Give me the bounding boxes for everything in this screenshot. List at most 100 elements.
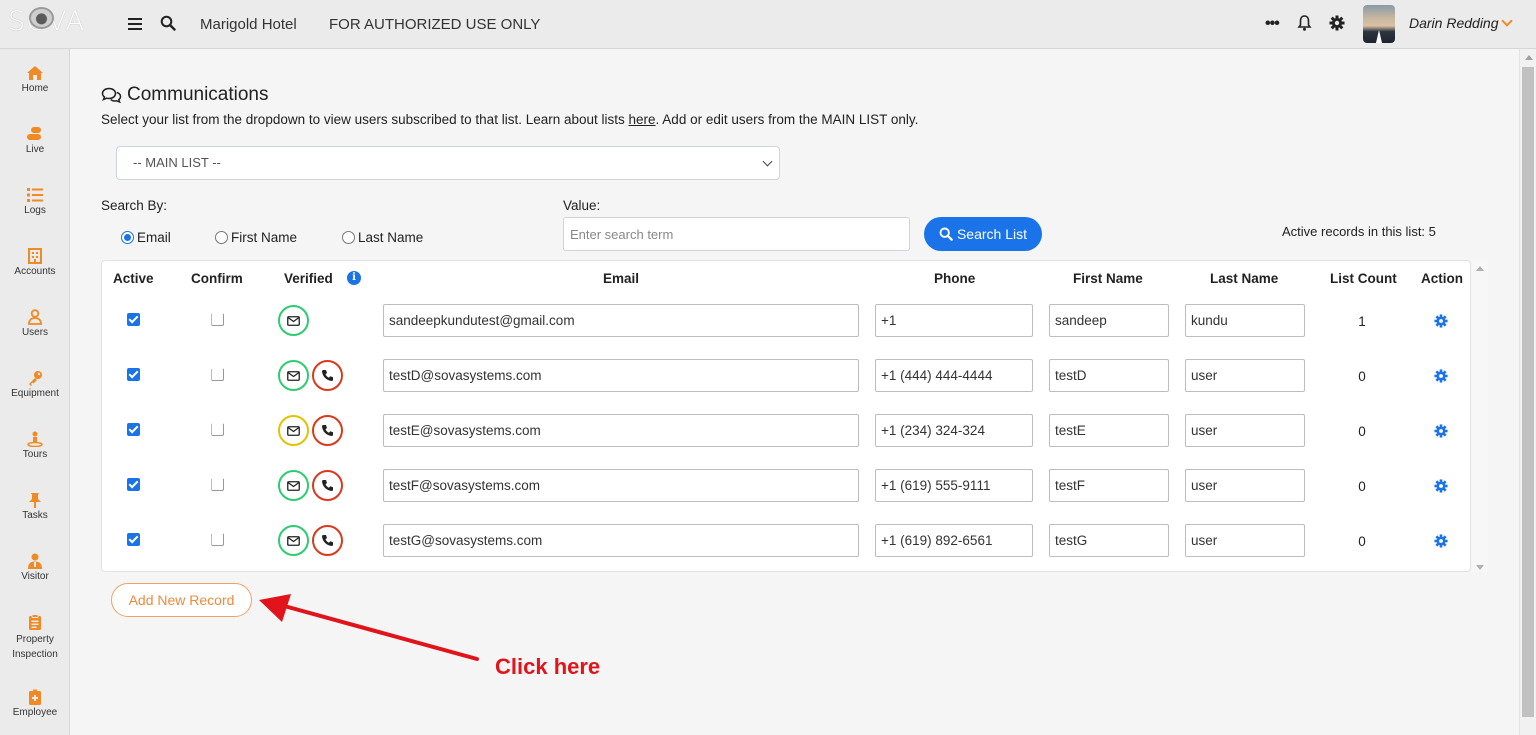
header-email: Email <box>603 271 640 286</box>
active-checkbox[interactable] <box>127 368 140 381</box>
sidebar-item-label: Home <box>21 83 49 94</box>
sidebar-item-home[interactable]: Home <box>0 65 69 94</box>
active-checkbox[interactable] <box>127 478 140 491</box>
radio-label: First Name <box>231 230 298 245</box>
phone-verified-status[interactable] <box>312 525 343 556</box>
gear-icon[interactable] <box>1434 424 1448 438</box>
building-icon <box>28 248 42 264</box>
phone-icon <box>322 535 333 546</box>
phone-icon <box>322 480 333 491</box>
sidebar-item-label: Accounts <box>14 266 56 277</box>
sidebar-item-logs[interactable]: Logs <box>0 187 69 216</box>
phone-field[interactable] <box>875 304 1033 337</box>
last-name-field[interactable] <box>1185 414 1305 447</box>
sidebar-item-live[interactable]: Live <box>0 126 69 155</box>
email-field[interactable] <box>383 524 859 557</box>
table-row: 0 <box>0 513 1536 568</box>
radio-first-name[interactable]: First Name <box>215 230 297 245</box>
active-records-count: Active records in this list: 5 <box>1282 224 1436 239</box>
search-icon[interactable] <box>160 15 176 31</box>
scroll-up-icon[interactable] <box>1525 55 1533 60</box>
phone-icon <box>322 425 333 436</box>
email-verified-status[interactable] <box>278 415 309 446</box>
phone-field[interactable] <box>875 524 1033 557</box>
phone-verified-status[interactable] <box>312 470 343 501</box>
annotation-click-here: Click here <box>495 654 601 679</box>
add-new-record-button[interactable]: Add New Record <box>111 583 252 617</box>
phone-field[interactable] <box>875 359 1033 392</box>
envelope-icon <box>287 425 300 436</box>
first-name-field[interactable] <box>1049 469 1169 502</box>
confirm-checkbox[interactable] <box>211 368 224 381</box>
list-select[interactable]: -- MAIN LIST -- <box>116 146 780 180</box>
value-label: Value: <box>563 198 601 213</box>
scroll-up-icon[interactable] <box>1476 266 1484 271</box>
active-checkbox[interactable] <box>127 533 140 546</box>
page-description: Select your list from the dropdown to vi… <box>101 112 918 127</box>
sidebar-item-employee[interactable]: Employee <box>0 689 69 718</box>
radio-circle[interactable] <box>215 231 228 244</box>
phone-verified-status[interactable] <box>312 415 343 446</box>
last-name-field[interactable] <box>1185 304 1305 337</box>
logo-eye-icon <box>29 7 54 29</box>
email-verified-status[interactable] <box>278 470 309 501</box>
envelope-icon <box>287 370 300 381</box>
first-name-field[interactable] <box>1049 304 1169 337</box>
table-row: 0 <box>0 458 1536 513</box>
radio-email[interactable]: Email <box>121 230 171 245</box>
gear-icon[interactable] <box>1434 314 1448 328</box>
last-name-field[interactable] <box>1185 469 1305 502</box>
chevron-down-icon <box>762 156 773 167</box>
phone-verified-status[interactable] <box>312 360 343 391</box>
home-icon <box>27 66 43 80</box>
lists-help-link[interactable]: here <box>629 112 656 127</box>
sidebar-item-label: Visitor <box>21 571 49 582</box>
radio-circle[interactable] <box>342 231 355 244</box>
phone-field[interactable] <box>875 414 1033 447</box>
gear-icon[interactable] <box>1329 15 1345 31</box>
top-bar: SOVA Marigold Hotel FOR AUTHORIZED USE O… <box>0 0 1536 49</box>
more-icon[interactable]: ••• <box>1265 15 1280 33</box>
desc-text-before: Select your list from the dropdown to vi… <box>101 112 629 127</box>
email-verified-status[interactable] <box>278 360 309 391</box>
first-name-field[interactable] <box>1049 359 1169 392</box>
last-name-field[interactable] <box>1185 359 1305 392</box>
confirm-checkbox[interactable] <box>211 478 224 491</box>
bell-icon[interactable] <box>1297 14 1312 32</box>
gear-icon[interactable] <box>1434 369 1448 383</box>
sidebar-item-label: Logs <box>24 205 46 216</box>
search-list-button[interactable]: Search List <box>924 217 1042 251</box>
sidebar-item-accounts[interactable]: Accounts <box>0 248 69 277</box>
hotel-name[interactable]: Marigold Hotel <box>200 16 297 33</box>
avatar[interactable] <box>1363 5 1395 43</box>
chevron-down-icon[interactable] <box>1501 15 1513 27</box>
confirm-checkbox[interactable] <box>211 533 224 546</box>
last-name-field[interactable] <box>1185 524 1305 557</box>
first-name-field[interactable] <box>1049 414 1169 447</box>
sidebar-item-property-inspection[interactable]: Property Inspection <box>0 614 69 662</box>
email-verified-status[interactable] <box>278 525 309 556</box>
confirm-checkbox[interactable] <box>211 313 224 326</box>
live-icon <box>27 127 41 140</box>
first-name-field[interactable] <box>1049 524 1169 557</box>
search-input[interactable] <box>563 217 910 251</box>
gear-icon[interactable] <box>1434 479 1448 493</box>
radio-circle-selected[interactable] <box>121 231 134 244</box>
email-field[interactable] <box>383 469 859 502</box>
info-icon[interactable]: i <box>347 271 361 285</box>
confirm-checkbox[interactable] <box>211 423 224 436</box>
annotation-arrow <box>259 594 479 661</box>
radio-last-name[interactable]: Last Name <box>342 230 423 245</box>
user-name[interactable]: Darin Redding <box>1409 15 1499 31</box>
phone-field[interactable] <box>875 469 1033 502</box>
email-field[interactable] <box>383 414 859 447</box>
active-checkbox[interactable] <box>127 313 140 326</box>
list-count: 0 <box>1358 479 1366 494</box>
sidebar-item-label: Employee <box>12 707 58 718</box>
email-field[interactable] <box>383 304 859 337</box>
active-checkbox[interactable] <box>127 423 140 436</box>
menu-icon[interactable] <box>128 15 142 33</box>
gear-icon[interactable] <box>1434 534 1448 548</box>
email-field[interactable] <box>383 359 859 392</box>
email-verified-status[interactable] <box>278 305 309 336</box>
